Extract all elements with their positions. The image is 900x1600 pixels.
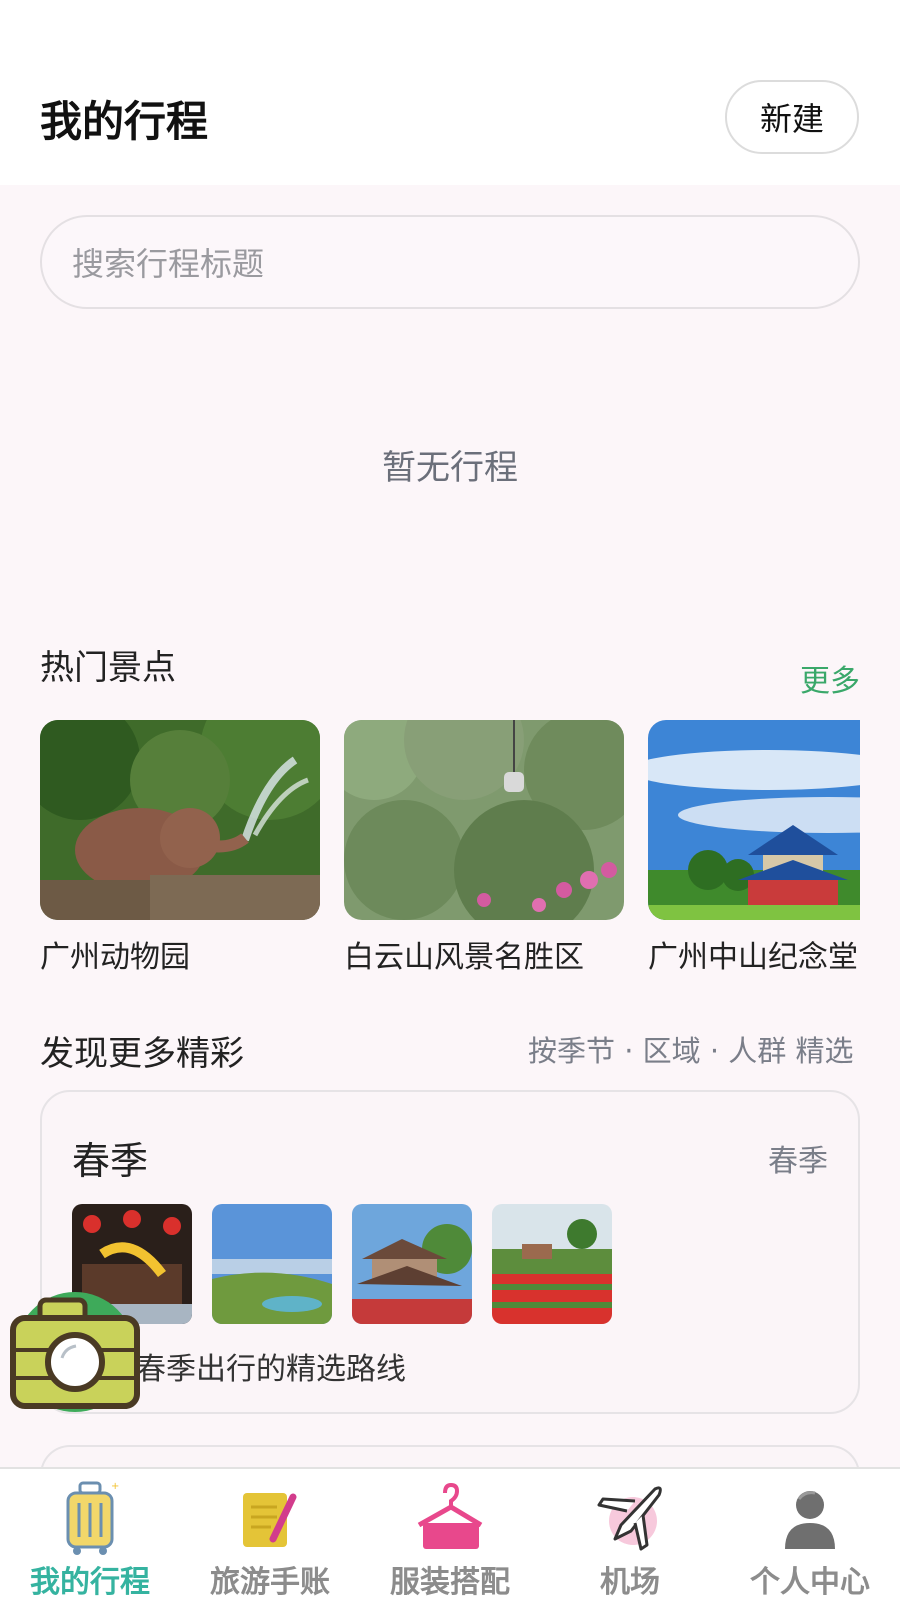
pavilion-photo	[352, 1204, 472, 1324]
hot-spots-title: 热门景点	[40, 648, 176, 688]
svg-text:+: +	[111, 1481, 119, 1492]
tab-airport[interactable]: 机场	[540, 1469, 720, 1600]
suitcase-icon: +	[55, 1479, 125, 1559]
notebook-pen-icon	[235, 1479, 305, 1559]
spot-name: 广州中山纪念堂	[648, 940, 858, 975]
tab-travel-journal[interactable]: 旅游手账	[180, 1469, 360, 1600]
new-trip-button[interactable]: 新建	[725, 80, 859, 154]
person-icon	[775, 1479, 845, 1559]
spot-card[interactable]: 广州动物园	[40, 720, 320, 976]
spot-card[interactable]: 广州中山纪念堂	[648, 720, 860, 976]
tab-label: 旅游手账	[210, 1565, 330, 1600]
hanger-icon	[415, 1479, 485, 1559]
discover-filter-note: 按季节 · 区域 · 人群 精选	[528, 1034, 854, 1068]
more-link[interactable]: 更多	[800, 656, 860, 700]
spot-name: 白云山风景名胜区	[344, 940, 584, 975]
tab-my-trips[interactable]: + 我的行程	[0, 1469, 180, 1600]
search-input[interactable]: 搜索行程标题	[40, 215, 860, 309]
airplane-icon	[595, 1479, 665, 1559]
page-title: 我的行程	[40, 97, 209, 146]
spot-card[interactable]: 白云山风景名胜区	[344, 720, 624, 976]
season-thumbnails	[72, 1204, 612, 1324]
tab-profile[interactable]: 个人中心	[720, 1469, 900, 1600]
tab-label: 我的行程	[30, 1565, 150, 1600]
tab-label: 个人中心	[750, 1565, 870, 1600]
flower-garden-photo	[492, 1204, 612, 1324]
hot-spots-carousel[interactable]: 广州动物园 白云山风景名胜区 广州中山纪念堂	[40, 720, 860, 980]
empty-trips-text: 暂无行程	[382, 448, 518, 488]
camera-icon[interactable]	[10, 1290, 140, 1415]
cable-car-mountain-photo	[344, 720, 624, 920]
tab-label: 服装搭配	[390, 1565, 510, 1600]
memorial-hall-photo	[648, 720, 860, 920]
lake-landscape-photo	[212, 1204, 332, 1324]
season-card-tag: 春季	[768, 1144, 828, 1179]
spot-name: 广州动物园	[40, 940, 190, 975]
season-card-description: 春季出行的精选路线	[136, 1352, 406, 1387]
season-card-title: 春季	[72, 1139, 149, 1183]
discover-title: 发现更多精彩	[40, 1034, 244, 1074]
tab-outfit[interactable]: 服装搭配	[360, 1469, 540, 1600]
tab-label: 机场	[600, 1565, 660, 1600]
season-card[interactable]: 春季 春季 春季出行的精选路线	[40, 1090, 860, 1414]
top-header: 我的行程 新建	[0, 0, 900, 185]
elephant-photo	[40, 720, 320, 920]
bottom-tab-bar: + 我的行程 旅游手账 服装搭配 机场 个人中心	[0, 1467, 900, 1600]
